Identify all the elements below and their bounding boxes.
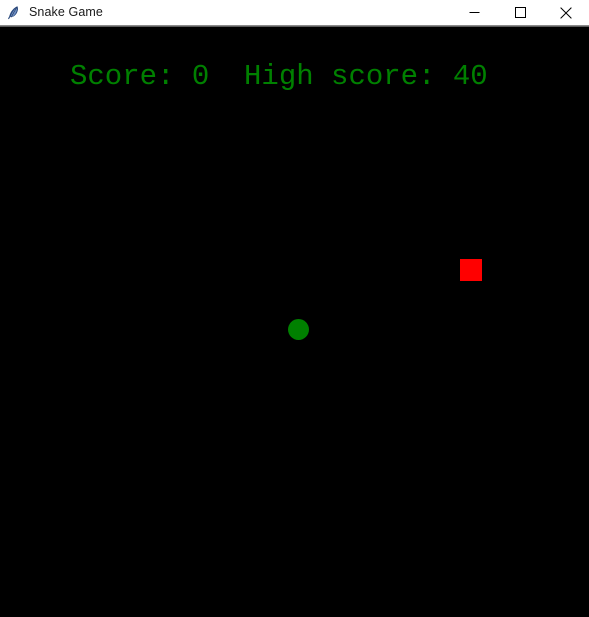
- window-titlebar[interactable]: Snake Game: [0, 0, 589, 25]
- snake-head: [288, 319, 309, 340]
- close-button[interactable]: [543, 0, 589, 25]
- window-title: Snake Game: [29, 5, 103, 19]
- maximize-icon: [514, 7, 526, 18]
- food-item: [460, 259, 482, 281]
- window-controls: [451, 0, 589, 25]
- game-board[interactable]: Score: 0 High score: 40: [0, 27, 589, 617]
- minimize-icon: [469, 12, 479, 13]
- minimize-button[interactable]: [451, 0, 497, 25]
- close-icon: [560, 6, 572, 19]
- maximize-button[interactable]: [497, 0, 543, 25]
- python-feather-icon: [8, 5, 18, 19]
- score-display: Score: 0 High score: 40: [70, 60, 488, 93]
- snake-game-window: Snake Game Score: 0 High score: 40: [0, 0, 589, 617]
